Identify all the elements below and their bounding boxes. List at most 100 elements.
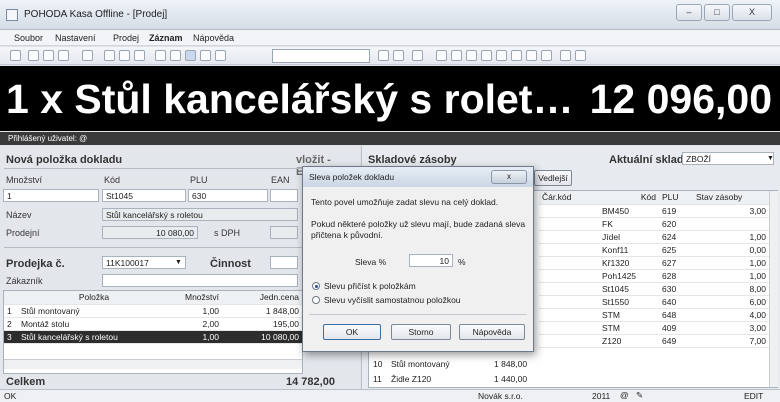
pen-icon: ✎	[636, 390, 644, 400]
menu-soubor[interactable]: Soubor	[14, 33, 43, 43]
clock-icon[interactable]	[451, 50, 462, 61]
next-button[interactable]: Vedlejší	[534, 170, 572, 186]
table-row[interactable]: STM 648 4,00	[539, 308, 769, 322]
tools-icon[interactable]	[412, 50, 423, 61]
close-button[interactable]: X	[732, 4, 772, 21]
cash-icon[interactable]	[170, 50, 181, 61]
refresh-icon[interactable]	[200, 50, 211, 61]
sale-header: Prodejka č.	[6, 258, 65, 270]
discount-label: Sleva %	[355, 257, 387, 267]
status-text: OK	[4, 391, 17, 401]
table-row[interactable]: STM 409 3,00	[539, 321, 769, 335]
toolbar-combo[interactable]	[272, 49, 370, 63]
table-row[interactable]: 2 Montáž stolu 2,00 195,00	[4, 317, 302, 331]
table-row-selected[interactable]: 3 Stůl kancelářský s roletou 1,00 10 080,0…	[4, 330, 302, 344]
warehouse-select[interactable]: ZBOŽÍ	[682, 152, 774, 165]
code-field[interactable]: St1045	[102, 189, 186, 202]
discount-input[interactable]: 10	[409, 254, 453, 267]
table-row[interactable]: Z120 649 7,00	[539, 334, 769, 348]
filter-icon[interactable]	[215, 50, 226, 61]
table-row[interactable]: Poh1425 628 1,00	[539, 269, 769, 283]
table-icon[interactable]	[526, 50, 537, 61]
accounting-year: 2011	[592, 391, 611, 401]
code-label: Kód	[104, 175, 121, 185]
display-item-line: 1 x Stůl kancelářský s rolet…	[6, 76, 574, 122]
dialog-text-1: Tento povel umožňuje zadat slevu na celý…	[311, 197, 499, 207]
horizontal-scrollbar[interactable]	[4, 359, 302, 369]
search-icon[interactable]	[378, 50, 389, 61]
vat-label: s DPH	[214, 228, 241, 238]
help-button[interactable]: Nápověda	[459, 324, 525, 340]
activity-field[interactable]	[270, 256, 298, 269]
ean-field[interactable]	[270, 189, 298, 202]
option-separate-item[interactable]: Slevu vyčíslit samostatnou položkou	[324, 295, 461, 305]
logged-user-label: Přihlášený uživatel: @	[8, 134, 88, 143]
ean-label: EAN	[271, 175, 290, 185]
new-document-icon[interactable]	[104, 50, 115, 61]
help-icon[interactable]	[575, 50, 586, 61]
warehouse-label: Aktuální sklad	[609, 154, 684, 166]
col-code: Kód	[599, 191, 659, 205]
col-qty: Množství	[170, 291, 222, 305]
name-label: Název	[6, 210, 32, 220]
radio-add-to-items[interactable]	[312, 282, 320, 290]
chevron-down-icon[interactable]: ▼	[767, 155, 774, 162]
at-icon: @	[620, 390, 629, 400]
ok-button[interactable]: OK	[323, 324, 381, 340]
minimize-button[interactable]: –	[676, 4, 702, 21]
col-stock: Stav zásoby	[693, 191, 769, 205]
cancel-button[interactable]: Storno	[391, 324, 451, 340]
window-title: POHODA Kasa Offline - [Prodej]	[24, 9, 168, 20]
display-total: 12 096,00	[589, 76, 772, 122]
table-row[interactable]: FK 620	[539, 217, 769, 231]
print-preview-icon[interactable]	[43, 50, 54, 61]
table-row[interactable]: Konf11 625 0,00	[539, 243, 769, 257]
table-row[interactable]: BM450 619 3,00	[539, 204, 769, 218]
list-icon[interactable]	[466, 50, 477, 61]
table-row[interactable]: St1550 640 6,00	[539, 295, 769, 309]
dialog-close-button[interactable]: x	[491, 170, 527, 184]
plu-field[interactable]: 630	[188, 189, 268, 202]
table-row[interactable]: Kř1320 627 1,00	[539, 256, 769, 270]
chart-icon[interactable]	[541, 50, 552, 61]
menu-bar: Soubor Nastavení Prodej Záznam Nápověda	[0, 30, 780, 46]
user-icon[interactable]	[511, 50, 522, 61]
edit-mode: EDIT	[744, 391, 764, 401]
customer-field[interactable]	[102, 274, 298, 287]
dialog-title: Sleva položek dokladu	[309, 172, 395, 182]
col-item: Položka	[18, 291, 170, 305]
print-icon[interactable]	[28, 50, 39, 61]
table-row[interactable]: 1 Stůl montovaný 1,00 1 848,00	[4, 304, 302, 318]
discount-percent-icon[interactable]	[185, 50, 196, 61]
vertical-scrollbar[interactable]	[769, 191, 778, 387]
menu-zaznam[interactable]: Záznam	[149, 33, 183, 43]
calculator-icon[interactable]	[155, 50, 166, 61]
paste-icon[interactable]	[134, 50, 145, 61]
price-field: 10 080,00	[102, 226, 198, 239]
table-row[interactable]: St1045 630 8,00	[539, 282, 769, 296]
menu-nastaveni[interactable]: Nastavení	[55, 33, 96, 43]
chevron-down-icon[interactable]: ▼	[175, 259, 182, 266]
vat-field	[270, 226, 298, 239]
settings-icon[interactable]	[560, 50, 571, 61]
sale-number-select[interactable]: 11K100017	[102, 256, 186, 269]
lock-icon[interactable]	[481, 50, 492, 61]
discount-dialog: Sleva položek dokladu x Tento povel umož…	[302, 166, 534, 352]
radio-separate-item[interactable]	[312, 296, 320, 304]
table-row[interactable]: Jídel 624 1,00	[539, 230, 769, 244]
dropdown-icon[interactable]	[393, 50, 404, 61]
customer-label: Zákazník	[6, 276, 43, 286]
menu-prodej[interactable]: Prodej	[113, 33, 139, 43]
edit-icon[interactable]	[496, 50, 507, 61]
menu-napoveda[interactable]: Nápověda	[193, 33, 234, 43]
stock-header: Skladové zásoby	[368, 154, 457, 166]
export-icon[interactable]	[58, 50, 69, 61]
toolbar-grip-icon[interactable]	[10, 50, 21, 61]
copy-icon[interactable]	[119, 50, 130, 61]
maximize-button[interactable]: □	[704, 4, 730, 21]
save-icon[interactable]	[82, 50, 93, 61]
qty-field[interactable]: 1	[3, 189, 99, 202]
option-add-to-items[interactable]: Slevu přičíst k položkám	[324, 281, 416, 291]
link-icon[interactable]	[436, 50, 447, 61]
new-item-header: Nová položka dokladu	[6, 154, 123, 166]
